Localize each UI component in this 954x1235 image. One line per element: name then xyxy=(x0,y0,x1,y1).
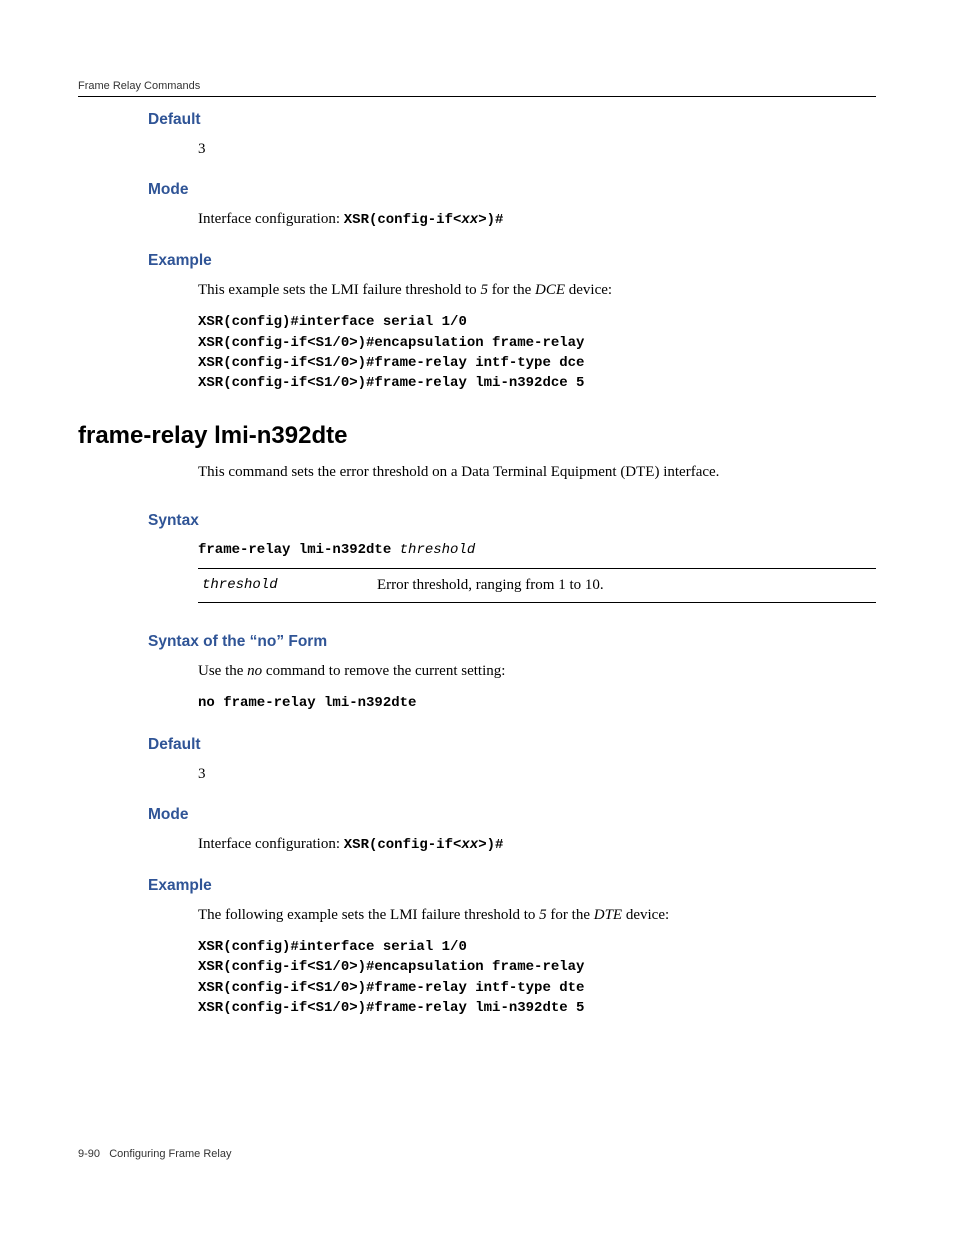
running-header: Frame Relay Commands xyxy=(78,80,876,96)
mode-body-1: Interface configuration: XSR(config-if<x… xyxy=(198,209,876,230)
ex1-t2: for the xyxy=(488,282,535,298)
heading-mode-2: Mode xyxy=(148,806,876,824)
heading-mode-1: Mode xyxy=(148,181,876,199)
heading-example-1: Example xyxy=(148,252,876,270)
ex1-val: 5 xyxy=(480,282,488,298)
example-lead-2: The following example sets the LMI failu… xyxy=(198,905,876,925)
header-rule xyxy=(78,96,876,97)
ex2-t1: The following example sets the LMI failu… xyxy=(198,907,539,923)
heading-example-2: Example xyxy=(148,877,876,895)
page-footer: 9-90 Configuring Frame Relay xyxy=(78,1148,876,1160)
example-lead-1: This example sets the LMI failure thresh… xyxy=(198,280,876,300)
syntax-param: threshold xyxy=(198,577,377,594)
command-desc-text: This command sets the error threshold on… xyxy=(198,462,876,482)
mode-var-1: xx xyxy=(461,212,478,228)
mode-prompt1-1: XSR(config-if< xyxy=(344,212,462,228)
example-code-2: XSR(config)#interface serial 1/0 XSR(con… xyxy=(198,937,876,1018)
syntax-body: frame-relay lmi-n392dte threshold xyxy=(198,540,876,560)
command-desc: This command sets the error threshold on… xyxy=(198,462,876,482)
ex2-dev: DTE xyxy=(594,907,622,923)
example-code-1: XSR(config)#interface serial 1/0 XSR(con… xyxy=(198,312,876,393)
syntax-table: threshold Error threshold, ranging from … xyxy=(198,568,876,603)
ex2-t2: for the xyxy=(547,907,594,923)
noform-lead: Use the no command to remove the current… xyxy=(198,661,876,681)
example-body-2: The following example sets the LMI failu… xyxy=(198,905,876,1018)
mode-var-2: xx xyxy=(461,837,478,853)
default-value-2: 3 xyxy=(198,764,876,784)
syntax-row: threshold Error threshold, ranging from … xyxy=(198,575,876,596)
mode-lead-1: Interface configuration: xyxy=(198,211,344,227)
page-container: Frame Relay Commands Default 3 Mode Inte… xyxy=(0,0,954,1190)
ex2-t3: device: xyxy=(622,907,669,923)
heading-default-2: Default xyxy=(148,736,876,754)
noform-t2: command to remove the current setting: xyxy=(262,663,505,679)
mode-lead-2: Interface configuration: xyxy=(198,836,344,852)
example-body-1: This example sets the LMI failure thresh… xyxy=(198,280,876,393)
mode-prompt2-1: >)# xyxy=(478,212,503,228)
default-value-text-2: 3 xyxy=(198,764,876,784)
heading-syntax: Syntax xyxy=(148,512,876,530)
noform-t1: Use the xyxy=(198,663,247,679)
ex1-dev: DCE xyxy=(535,282,565,298)
default-value-1: 3 xyxy=(198,139,876,159)
ex1-t1: This example sets the LMI failure thresh… xyxy=(198,282,480,298)
noform-body: Use the no command to remove the current… xyxy=(198,661,876,714)
ex1-t3: device: xyxy=(565,282,612,298)
default-value-text-1: 3 xyxy=(198,139,876,159)
mode-line-1: Interface configuration: XSR(config-if<x… xyxy=(198,209,876,230)
mode-prompt2-2: >)# xyxy=(478,837,503,853)
noform-no: no xyxy=(247,663,262,679)
footer-page-number: 9-90 xyxy=(78,1148,100,1160)
heading-default-1: Default xyxy=(148,111,876,129)
syntax-line: frame-relay lmi-n392dte threshold xyxy=(198,540,876,560)
heading-no-form: Syntax of the “no” Form xyxy=(148,633,876,651)
noform-code: no frame-relay lmi-n392dte xyxy=(198,693,876,713)
syntax-cmd: frame-relay lmi-n392dte xyxy=(198,542,400,558)
syntax-desc: Error threshold, ranging from 1 to 10. xyxy=(377,577,876,594)
mode-prompt1-2: XSR(config-if< xyxy=(344,837,462,853)
mode-line-2: Interface configuration: XSR(config-if<x… xyxy=(198,834,876,855)
footer-chapter: Configuring Frame Relay xyxy=(109,1148,231,1160)
ex2-val: 5 xyxy=(539,907,547,923)
command-heading: frame-relay lmi-n392dte xyxy=(78,422,876,450)
mode-body-2: Interface configuration: XSR(config-if<x… xyxy=(198,834,876,855)
syntax-arg: threshold xyxy=(400,542,476,558)
